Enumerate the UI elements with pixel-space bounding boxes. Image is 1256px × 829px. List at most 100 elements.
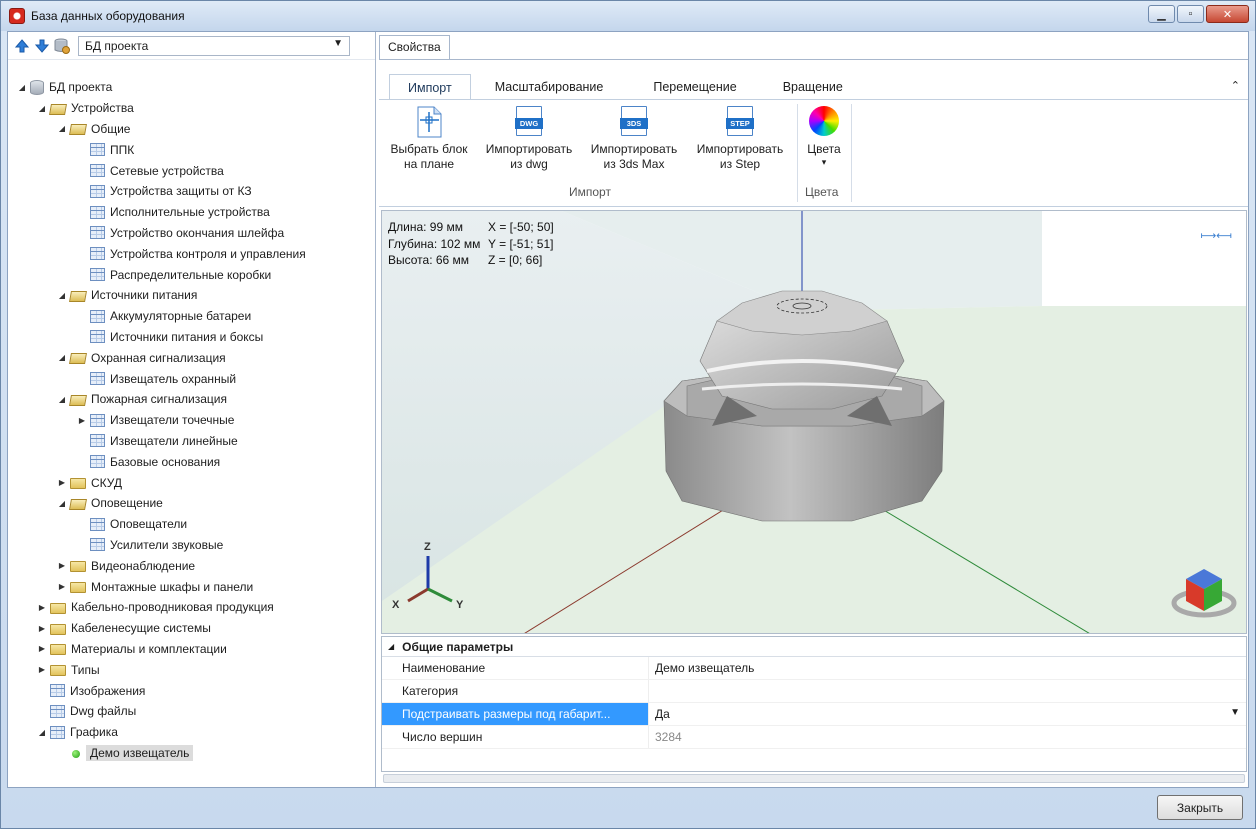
property-value[interactable]: Демо извещатель [648, 657, 1246, 679]
tree-node[interactable]: Усилители звуковые [8, 535, 374, 556]
select-block-button[interactable]: Выбрать блок на плане [381, 106, 477, 172]
expand-triangle-icon[interactable]: ▶ [36, 644, 48, 653]
expand-triangle-icon[interactable]: ▶ [56, 582, 68, 591]
folder-icon [70, 561, 86, 573]
tree-node[interactable]: Извещатели линейные [8, 431, 374, 452]
tree-node[interactable]: ◢ Охранная сигнализация [8, 347, 374, 368]
close-window-button[interactable]: ✕ [1206, 5, 1249, 23]
tree-node[interactable]: Распределительные коробки [8, 264, 374, 285]
x-axis-label: X [392, 599, 400, 611]
folder-icon [50, 665, 66, 677]
tree-node[interactable]: Сетевые устройства [8, 160, 374, 181]
property-row[interactable]: Наименование Демо извещатель [382, 657, 1246, 680]
tree-node-selected[interactable]: Демо извещатель [8, 743, 374, 764]
import-dwg-button[interactable]: DWG Импортировать из dwg [477, 106, 581, 172]
tree-node[interactable]: Исполнительные устройства [8, 202, 374, 223]
minimize-button[interactable]: ▁ [1148, 5, 1175, 23]
collapse-triangle-icon[interactable]: ◢ [56, 124, 68, 133]
step-tag: STEP [726, 118, 754, 129]
tree-node[interactable]: ◢ БД проекта [8, 77, 374, 98]
tree-node[interactable]: ▶ СКУД [8, 472, 374, 493]
tree-node-label: Устройства контроля и управления [110, 246, 306, 261]
horizontal-scrollbar[interactable] [383, 774, 1245, 783]
ribbon-tab-moving[interactable]: Перемещение [635, 74, 754, 100]
folder-icon [50, 623, 66, 635]
tree-node-label: БД проекта [49, 80, 113, 95]
tab-properties[interactable]: Свойства [379, 35, 450, 59]
tree-node[interactable]: ▶ Монтажные шкафы и панели [8, 576, 374, 597]
tree-node[interactable]: Устройства контроля и управления [8, 243, 374, 264]
tree-node-label: Усилители звуковые [110, 537, 224, 552]
ribbon-tab-rotation[interactable]: Вращение [765, 74, 861, 100]
expand-triangle-icon[interactable]: ▶ [36, 624, 48, 633]
property-grid: ◢ Общие параметры Наименование Демо изве… [381, 636, 1247, 772]
tree-node[interactable]: ◢ Графика [8, 722, 374, 743]
tree-node-label: Кабельно-проводниковая продукция [71, 600, 274, 615]
collapse-ribbon-icon[interactable]: ⌃ [1231, 79, 1240, 92]
property-section-header[interactable]: ◢ Общие параметры [382, 637, 1246, 657]
tree-node[interactable]: Источники питания и боксы [8, 327, 374, 348]
tree-node[interactable]: ◢ Общие [8, 119, 374, 140]
collapse-triangle-icon[interactable]: ◢ [56, 291, 68, 300]
colors-button[interactable]: Цвета ▾ [801, 106, 847, 167]
tree-node[interactable]: ▶ Кабеленесущие системы [8, 618, 374, 639]
collapse-triangle-icon[interactable]: ◢ [56, 353, 68, 362]
collapse-triangle-icon[interactable]: ◢ [36, 104, 48, 113]
import-3ds-button[interactable]: 3DS Импортировать из 3ds Max [581, 106, 687, 172]
expand-triangle-icon[interactable]: ▶ [36, 665, 48, 674]
tree-node[interactable]: ▶ Материалы и комплектации [8, 639, 374, 660]
tree-node-label: Устройства [71, 101, 134, 116]
property-row[interactable]: Категория [382, 680, 1246, 703]
collapse-triangle-icon[interactable]: ◢ [16, 83, 28, 92]
tree-node[interactable]: Dwg файлы [8, 701, 374, 722]
3d-viewport[interactable]: Длина: 99 мм X = [-50; 50] Глубина: 102 м… [381, 210, 1247, 634]
import-step-button[interactable]: STEP Импортировать из Step [687, 106, 793, 172]
expand-triangle-icon[interactable]: ▶ [56, 478, 68, 487]
property-value-dropdown[interactable]: Да ▼ [648, 703, 1246, 725]
tree-node-label: Оповещатели [110, 517, 188, 532]
maximize-button[interactable]: ▫ [1177, 5, 1204, 23]
property-value[interactable] [648, 680, 1246, 702]
tree-node[interactable]: ◢ Оповещение [8, 493, 374, 514]
table-icon [90, 413, 105, 427]
collapse-triangle-icon[interactable]: ◢ [56, 395, 68, 404]
ribbon-tab-scaling[interactable]: Масштабирование [477, 74, 622, 100]
table-icon [90, 268, 105, 282]
tree-node[interactable]: Оповещатели [8, 514, 374, 535]
z-range-readout: Z = [0; 66] [488, 253, 543, 267]
tree-node[interactable]: Аккумуляторные батареи [8, 306, 374, 327]
tree-node[interactable]: Устройство окончания шлейфа [8, 223, 374, 244]
folder-open-icon [49, 103, 67, 115]
expand-triangle-icon[interactable]: ▶ [76, 416, 88, 425]
move-down-icon[interactable] [34, 38, 50, 54]
tree-node[interactable]: ▶ Типы [8, 659, 374, 680]
ribbon-tab-import[interactable]: Импорт [389, 74, 471, 100]
close-button[interactable]: Закрыть [1157, 795, 1243, 820]
property-row[interactable]: Число вершин 3284 [382, 726, 1246, 749]
collapse-triangle-icon[interactable]: ◢ [36, 728, 48, 737]
tree-node[interactable]: ◢ Устройства [8, 98, 374, 119]
tree-node[interactable]: ▶ Видеонаблюдение [8, 555, 374, 576]
tree-node[interactable]: Устройства защиты от КЗ [8, 181, 374, 202]
collapse-triangle-icon[interactable]: ◢ [388, 642, 394, 651]
fit-view-icon[interactable]: ⟼⟻ [1200, 229, 1232, 242]
tree-node[interactable]: Базовые основания [8, 451, 374, 472]
tree-node-label: Извещатели линейные [110, 433, 238, 448]
table-icon [90, 205, 105, 219]
expand-triangle-icon[interactable]: ▶ [56, 561, 68, 570]
tree-node[interactable]: ▶ Кабельно-проводниковая продукция [8, 597, 374, 618]
chevron-down-icon[interactable]: ▼ [1230, 707, 1240, 718]
collapse-triangle-icon[interactable]: ◢ [56, 499, 68, 508]
tree-node[interactable]: ◢ Пожарная сигнализация [8, 389, 374, 410]
tree-node-label: Извещатели точечные [110, 413, 235, 428]
tree-node[interactable]: ◢ Источники питания [8, 285, 374, 306]
tree-node[interactable]: Извещатель охранный [8, 368, 374, 389]
database-settings-icon[interactable] [54, 38, 70, 54]
tree-node[interactable]: ППК [8, 139, 374, 160]
move-up-icon[interactable] [14, 38, 30, 54]
tree-node[interactable]: ▶ Извещатели точечные [8, 410, 374, 431]
tree-node[interactable]: Изображения [8, 680, 374, 701]
database-selector[interactable]: БД проекта ▼ [78, 35, 350, 56]
property-row-selected[interactable]: Подстраивать размеры под габарит... Да ▼ [382, 703, 1246, 726]
expand-triangle-icon[interactable]: ▶ [36, 603, 48, 612]
